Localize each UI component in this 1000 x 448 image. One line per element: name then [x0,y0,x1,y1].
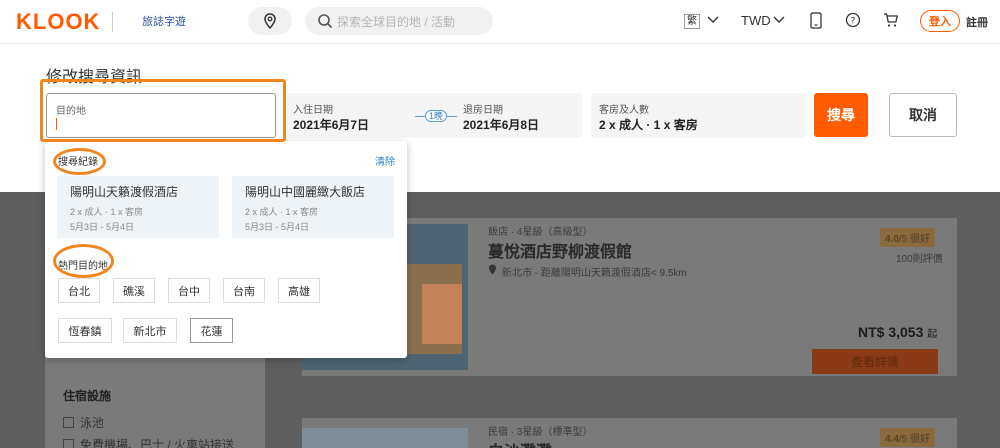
hotel-type: 民宿 · 3星級（標準型） [488,427,593,438]
annotation-highlight-oval [53,148,106,175]
destination-chip[interactable]: 台中 [168,278,210,303]
hotel-location: 新北市 - 距離陽明山天籟渡假酒店< 9.5km [502,268,687,279]
rating-badge: 4.4/5 很好 [880,428,936,447]
checkout-label: 退房日期 [463,105,503,116]
review-count: 100則評價 [896,254,943,265]
currency-selector[interactable]: TWD [741,13,771,28]
annotation-highlight-box [40,79,286,142]
top-header: KLOOK 旅誌字遊 探索全球目的地 / 活動 繁 TWD ? 登入 註冊 [0,0,1000,44]
history-dates: 5月3日 - 5月4日 [70,222,135,232]
night-connector [447,116,457,117]
guests-rooms-field[interactable]: 客房及人數 2 x 成人 · 1 x 客房 [591,93,805,138]
destination-chip[interactable]: 台南 [223,278,265,303]
chevron-down-icon[interactable] [707,16,719,24]
night-connector [415,116,425,117]
history-guests: 2 x 成人 · 1 x 客房 [245,207,319,217]
annotation-highlight-oval [53,244,114,278]
location-pin-icon [489,264,496,275]
guests-value: 2 x 成人 · 1 x 客房 [599,118,698,132]
cancel-button[interactable]: 取消 [889,93,957,137]
history-guests: 2 x 成人 · 1 x 客房 [70,207,144,217]
mobile-app-icon[interactable] [810,12,822,29]
checkin-label: 入住日期 [293,105,333,116]
login-button[interactable]: 登入 [920,10,960,32]
hotel-image[interactable] [302,428,468,448]
destination-chip[interactable]: 恆春鎮 [58,318,112,343]
history-hotel-name: 陽明山天籟渡假酒店 [70,185,179,199]
search-placeholder: 探索全球目的地 / 活動 [337,14,456,29]
destination-chip[interactable]: 高雄 [278,278,320,303]
filter-title: 住宿設施 [63,389,112,403]
logo-divider [112,12,113,32]
chevron-down-icon[interactable] [773,16,785,24]
date-range-field[interactable]: 入住日期 2021年6月7日 1晚 退房日期 2021年6月8日 [287,93,582,138]
hotel-card[interactable]: 民宿 · 3星級（標準型） 白沙灘灘 [302,418,957,448]
search-button[interactable]: 搜尋 [814,93,868,137]
svg-text:?: ? [851,17,856,27]
hotel-name[interactable]: 蔓悅酒店野柳渡假館 [488,238,632,262]
history-hotel-name: 陽明山中國麗緻大飯店 [245,185,366,199]
view-details-button[interactable]: 查看詳情 [812,349,938,374]
checkout-value: 2021年6月8日 [463,118,540,132]
location-button[interactable] [248,7,292,35]
klook-logo[interactable]: KLOOK [16,9,100,35]
destination-chip[interactable]: 新北市 [123,318,177,343]
help-icon[interactable]: ? [845,12,861,28]
rating-badge: 4.0/5 很好 [880,228,936,247]
checkbox[interactable] [63,439,74,448]
search-icon [318,14,333,29]
global-search-input[interactable]: 探索全球目的地 / 活動 [305,7,493,35]
history-item[interactable]: 陽明山中國麗緻大飯店 2 x 成人 · 1 x 客房 5月3日 - 5月4日 [232,176,394,238]
hotel-name[interactable]: 白沙灘灘 [488,438,552,448]
destination-chip[interactable]: 花蓮 [190,318,233,343]
clear-history-link[interactable]: 清除 [375,153,395,168]
guests-label: 客房及人數 [599,105,649,116]
hotel-type: 飯店 · 4星級（高級型） [488,227,593,238]
filter-item[interactable]: 泳池 [63,414,104,431]
history-dates: 5月3日 - 5月4日 [245,222,310,232]
checkbox[interactable] [63,417,74,428]
history-item[interactable]: 陽明山天籟渡假酒店 2 x 成人 · 1 x 客房 5月3日 - 5月4日 [57,176,219,238]
location-pin-icon [264,13,276,29]
partner-logo: 旅誌字遊 [142,15,186,28]
destination-chip[interactable]: 台北 [58,278,100,303]
nights-badge: 1晚 [425,110,447,122]
hotel-price: NT$ 3,053 起 [858,324,938,340]
signup-link[interactable]: 註冊 [966,14,988,30]
cart-icon[interactable] [883,12,899,28]
filter-item[interactable]: 免費機場、巴士 / 火車站接送 [63,436,234,448]
language-selector[interactable]: 繁 [684,14,700,29]
checkin-value: 2021年6月7日 [293,118,370,132]
destination-chip[interactable]: 礁溪 [113,278,155,303]
